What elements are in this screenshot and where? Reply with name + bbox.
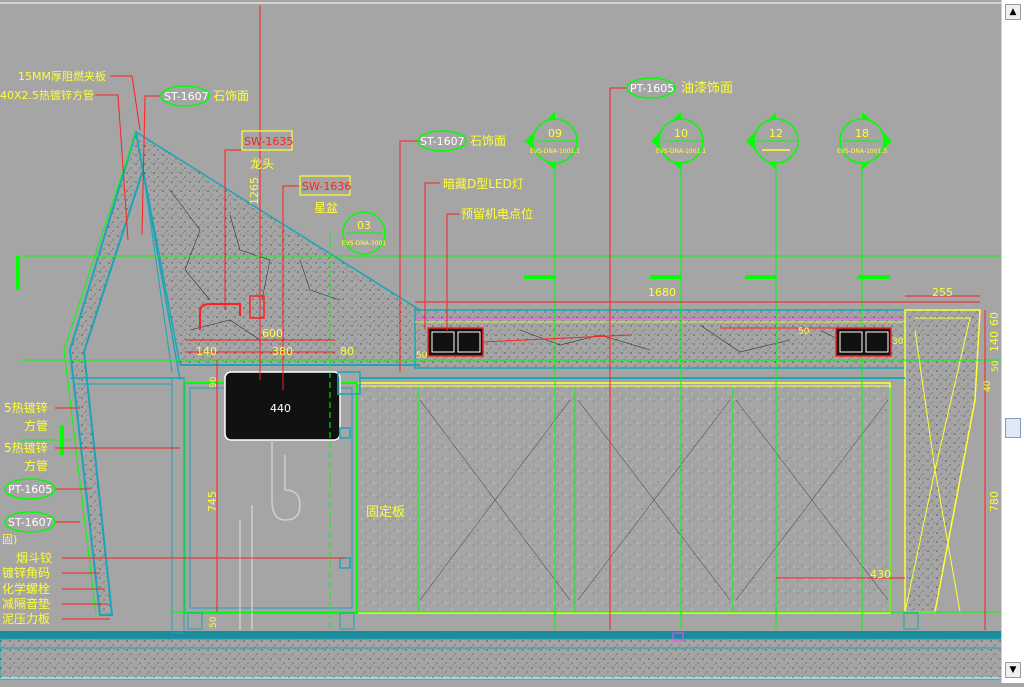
label-tube40: 40X2.5热镀锌方管 <box>0 88 94 102</box>
dim-50c: 50 <box>991 360 1001 372</box>
label-pad: 减隔音垫 <box>2 596 50 611</box>
dim-745: 745 <box>206 491 219 512</box>
label-led: 暗藏D型LED灯 <box>443 176 524 191</box>
dim-50d: 50 <box>798 327 810 337</box>
dim-30: 30 <box>892 337 904 347</box>
label-galv2b: 方管 <box>24 458 48 473</box>
label-fixed-panel: 固定板 <box>366 505 405 520</box>
outlet-box-left <box>427 327 484 357</box>
section-marker-09 <box>525 112 578 170</box>
countertop-band <box>414 309 906 369</box>
floor-slab <box>0 631 1002 639</box>
label-galv2a: 5热镀锌 <box>4 441 48 455</box>
section-18-num: 18 <box>855 127 869 140</box>
label-st1607-left: ST-1607 <box>8 516 53 529</box>
outlet-box-right <box>835 327 892 357</box>
scroll-down-button[interactable]: ▼ <box>1005 662 1021 678</box>
section-marker-10 <box>651 112 704 170</box>
detail-03-num: 03 <box>357 219 371 232</box>
section-marker-18 <box>839 112 892 170</box>
elevation-drawing: 15MM厚阻燃夹板 40X2.5热镀锌方管 ST-1607 石饰面 SW-163… <box>0 2 1003 680</box>
section-09-num: 09 <box>548 127 562 140</box>
label-bolt: 化学螺栓 <box>2 581 50 596</box>
label-sw1636: SW-1636 <box>302 180 351 193</box>
dim-50a: 50 <box>416 351 428 361</box>
dim-600: 600 <box>262 327 283 340</box>
dim-255: 255 <box>932 286 953 299</box>
section-10-ref: EVS-DNA-1001.1 <box>656 148 706 155</box>
label-st1607-top: ST-1607 <box>164 90 209 103</box>
section-09-ref: EVS-DNA-1001.1 <box>530 148 580 155</box>
cad-drawing-viewport[interactable]: 15MM厚阻燃夹板 40X2.5热镀锌方管 ST-1607 石饰面 SW-163… <box>0 0 1024 683</box>
dim-430: 430 <box>870 568 891 581</box>
label-mortar: 泥压力板 <box>2 612 50 626</box>
dim-1265: 1265 <box>248 177 261 205</box>
dim-440: 440 <box>270 402 291 415</box>
label-outlet: 预留机电点位 <box>461 206 533 221</box>
label-hinge: 烟斗铰 <box>16 550 52 565</box>
label-corner: 镀锌角码 <box>2 566 50 580</box>
dim-80: 80 <box>340 345 354 358</box>
dim-140r: 140 <box>988 331 1001 352</box>
scroll-thumb[interactable] <box>1005 418 1021 438</box>
label-st1607-left-sub: 固) <box>2 533 17 546</box>
label-st1607-mid: ST-1607 <box>420 135 465 148</box>
label-stone-finish: 石饰面 <box>213 89 249 103</box>
detail-03-ref: EVS-DNA-3001 <box>342 240 387 247</box>
dim-90: 90 <box>209 376 219 388</box>
right-end-panel <box>904 309 981 613</box>
label-galv1b: 方管 <box>24 418 48 433</box>
label-sink: 星盆 <box>314 201 338 215</box>
dim-1680: 1680 <box>648 286 676 299</box>
scroll-up-button[interactable]: ▲ <box>1005 4 1021 20</box>
dim-50b: 50 <box>209 616 219 628</box>
label-pt1605-top: PT-1605 <box>630 82 674 95</box>
label-stone-finish2: 石饰面 <box>470 134 506 148</box>
vertical-scrollbar[interactable]: ▲ ▼ <box>1001 0 1024 683</box>
dim-380: 380 <box>272 345 293 358</box>
floor-base <box>0 638 1003 680</box>
label-pt1605-left: PT-1605 <box>8 483 52 496</box>
label-faucet: 龙头 <box>250 157 274 171</box>
dim-60a: 60 <box>988 312 1001 326</box>
section-18-ref: EVS-DNA-1001.3 <box>837 148 887 155</box>
section-12-num: 12 <box>769 127 783 140</box>
label-board15: 15MM厚阻燃夹板 <box>18 69 106 83</box>
dim-40: 40 <box>983 380 993 392</box>
label-galv1a: 5热镀锌 <box>4 401 48 415</box>
label-sw1635: SW-1635 <box>244 135 293 148</box>
label-paint-finish: 油漆饰面 <box>681 80 733 96</box>
dim-780: 780 <box>988 491 1001 512</box>
section-marker-12 <box>746 112 799 170</box>
dim-140: 140 <box>196 345 217 358</box>
section-10-num: 10 <box>674 127 688 140</box>
